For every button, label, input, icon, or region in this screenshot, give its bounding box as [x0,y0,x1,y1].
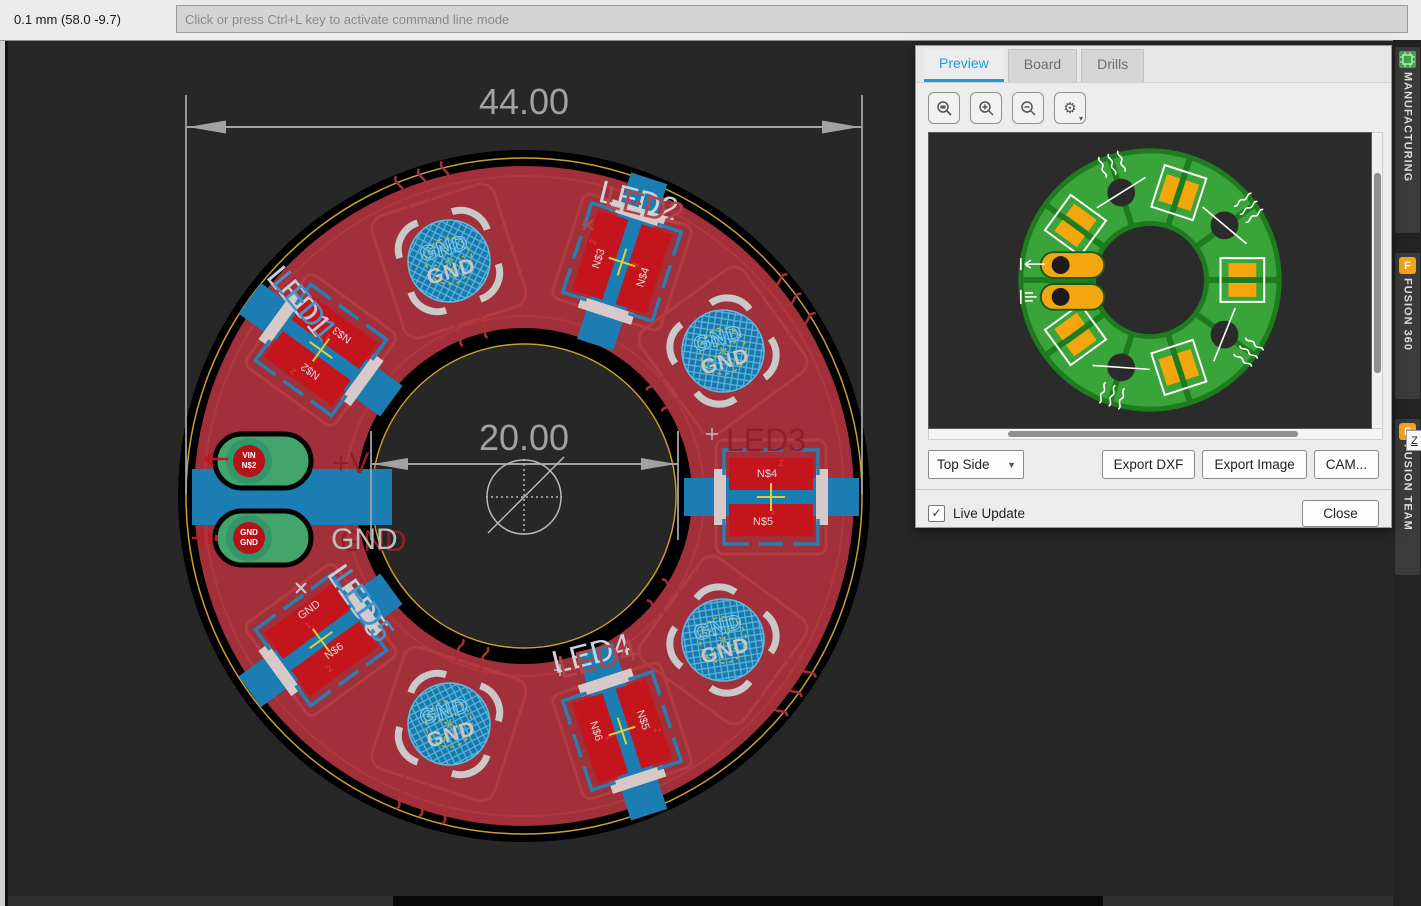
preview-board-top-side [1021,145,1279,414]
chevron-down-icon: ▾ [1079,114,1083,123]
zoom-out-icon [1020,100,1037,117]
zoom-in-icon [978,100,995,117]
manufacturing-icon [1399,51,1416,68]
chevron-down-icon: ▼ [1007,460,1016,470]
vin-through-hole-pad[interactable]: VIN N$2 [215,434,311,488]
led3-label: LED3 [726,422,806,458]
preview-vscrollbar[interactable] [1372,132,1383,429]
live-update-label: Live Update [953,506,1025,521]
close-button[interactable]: Close [1302,500,1379,527]
command-line-input[interactable] [176,5,1408,33]
svg-text:20.00: 20.00 [479,417,569,458]
svg-text:1: 1 [770,506,775,516]
cursor-coordinates: 0.1 mm (58.0 -9.7) [14,12,121,27]
right-dock: MANUFACTURING F FUSION 360 F FUSION TEAM [1393,40,1421,906]
canvas-hscrollbar-thumb[interactable] [393,896,1103,906]
cam-button[interactable]: CAM... [1314,450,1379,479]
status-bar: 0.1 mm (58.0 -9.7) [0,0,1421,41]
svg-text:GND: GND [240,528,258,537]
dock-tab-fusion-360[interactable]: F FUSION 360 [1395,253,1420,399]
svg-text:N$2: N$2 [242,461,257,470]
preview-vscrollbar-thumb[interactable] [1374,173,1381,373]
tab-drills[interactable]: Drills [1081,49,1144,82]
zoom-in-button[interactable] [970,92,1002,124]
preview-settings-button[interactable]: ⚙ ▾ [1054,92,1086,124]
tab-board[interactable]: Board [1008,49,1077,82]
svg-text:GND: GND [240,538,258,547]
preview-hscrollbar[interactable] [928,429,1383,440]
gnd-net-label: GND [331,523,398,556]
svg-text:2: 2 [778,458,783,468]
preview-panel-tabbar: Preview Board Drills [916,46,1391,83]
export-image-button[interactable]: Export Image [1202,450,1306,479]
live-update-checkbox[interactable]: ✓ [928,505,945,522]
zoom-fit-button[interactable] [928,92,960,124]
left-gutter [0,40,5,906]
zoom-out-button[interactable] [1012,92,1044,124]
tab-preview[interactable]: Preview [924,49,1004,82]
board-preview-viewport[interactable] [928,132,1372,429]
svg-text:44.00: 44.00 [479,81,569,122]
side-selector[interactable]: Top Side ▼ [928,450,1024,479]
fusion-360-icon: F [1399,257,1416,274]
gear-icon: ⚙ [1063,99,1076,117]
svg-text:N$5: N$5 [753,516,773,528]
tooltip-fragment: Z [1406,430,1421,451]
export-dxf-button[interactable]: Export DXF [1102,450,1196,479]
svg-text:N$4: N$4 [757,468,777,480]
preview-hscrollbar-thumb[interactable] [1008,431,1298,437]
dock-tab-manufacturing[interactable]: MANUFACTURING [1395,47,1420,233]
vin-net-label: +V [332,447,370,480]
zoom-fit-icon [936,100,953,117]
preview-panel: Preview Board Drills ⚙ ▾ [915,45,1392,528]
svg-text:VIN: VIN [242,451,256,460]
gnd-through-hole-pad[interactable]: GND GND [215,511,311,565]
